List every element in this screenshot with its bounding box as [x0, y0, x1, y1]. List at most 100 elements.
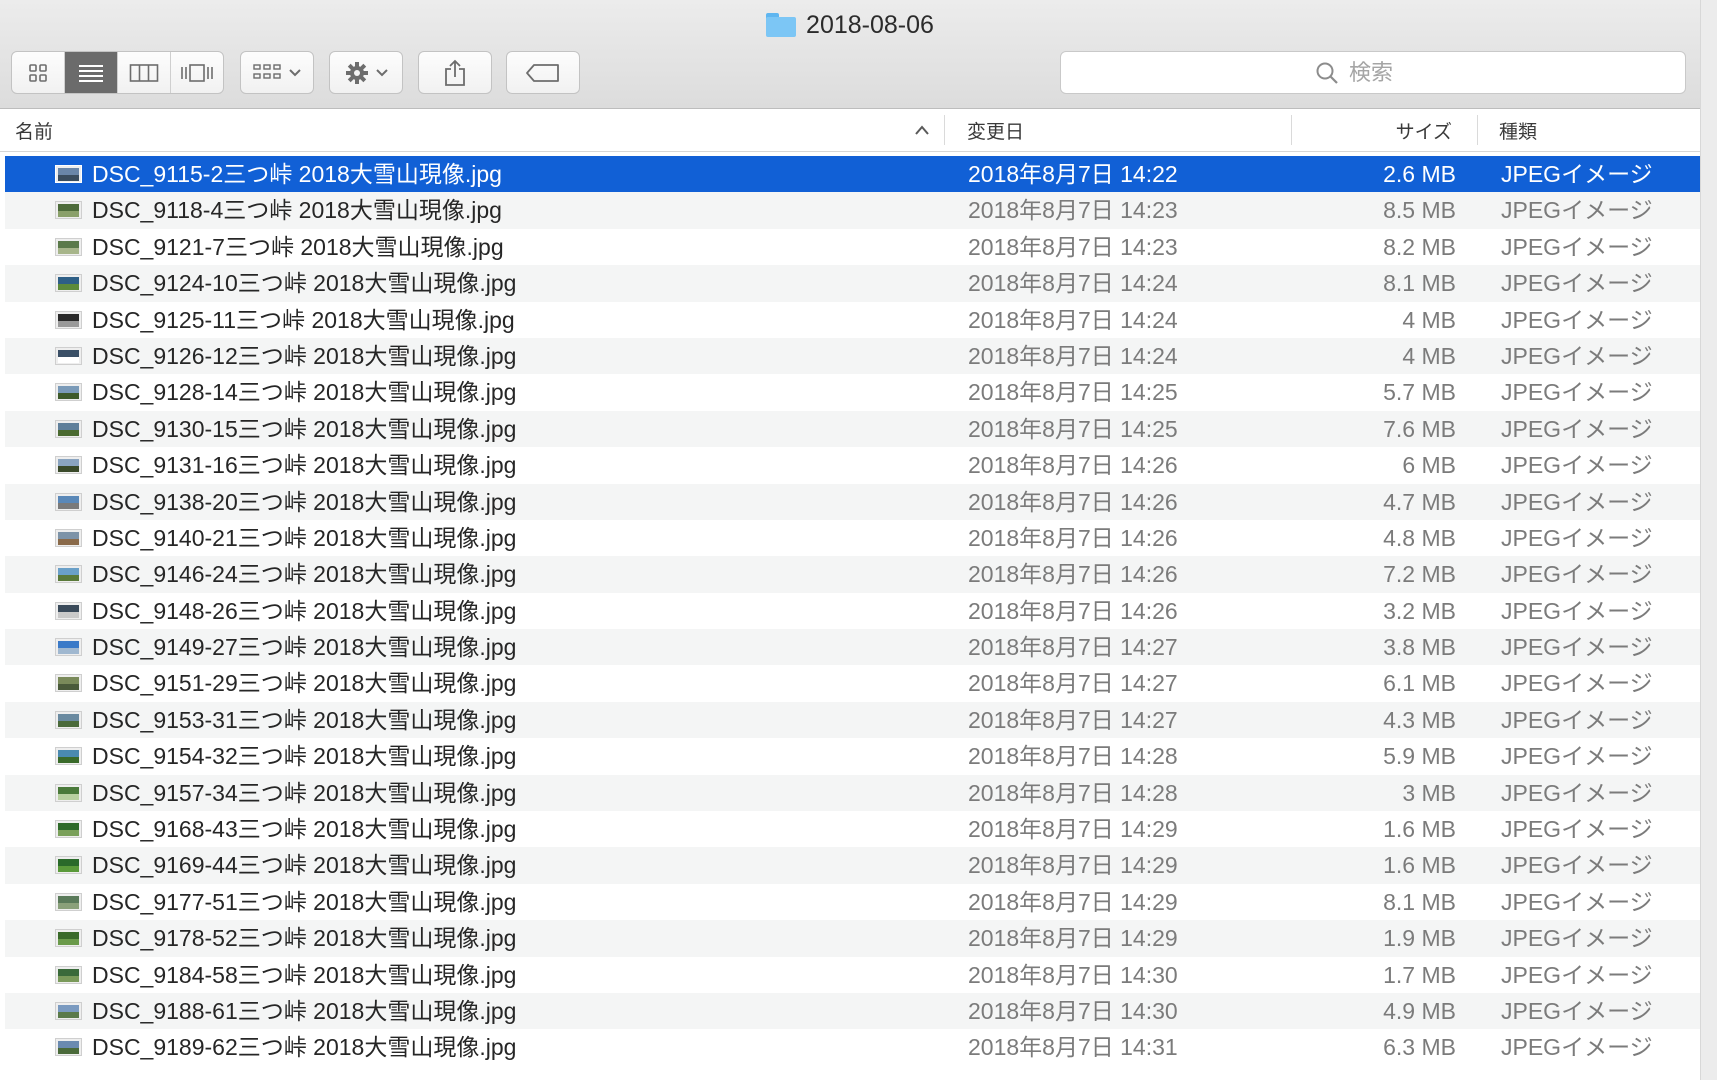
file-name: DSC_9157-34三つ峠 2018大雪山現像.jpg [92, 779, 517, 806]
file-row[interactable]: DSC_9138-20三つ峠 2018大雪山現像.jpg 2018年8月7日 14… [5, 483, 1700, 520]
file-name: DSC_9118-4三つ峠 2018大雪山現像.jpg [92, 197, 502, 224]
file-row[interactable]: DSC_9148-26三つ峠 2018大雪山現像.jpg 2018年8月7日 14… [5, 593, 1700, 629]
column-name-label: 名前 [15, 121, 54, 143]
column-divider[interactable] [1477, 115, 1478, 145]
share-button[interactable] [418, 51, 492, 94]
file-row[interactable]: DSC_9153-31三つ峠 2018大雪山現像.jpg 2018年8月7日 14… [5, 701, 1700, 739]
file-row[interactable]: DSC_9128-14三つ峠 2018大雪山現像.jpg 2018年8月7日 14… [5, 374, 1700, 410]
file-modified-date: 2018年8月7日 14:30 [968, 997, 1178, 1024]
search-field[interactable] [1060, 51, 1686, 94]
file-row[interactable]: DSC_9178-52三つ峠 2018大雪山現像.jpg 2018年8月7日 14… [5, 920, 1700, 957]
image-thumbnail-icon [55, 965, 82, 984]
file-row[interactable]: DSC_9184-58三つ峠 2018大雪山現像.jpg 2018年8月7日 14… [5, 957, 1700, 993]
file-size: 8.5 MB [1383, 197, 1456, 224]
file-size: 2.6 MB [1383, 161, 1456, 187]
gear-icon [346, 61, 368, 84]
chevron-down-icon [376, 68, 388, 76]
file-kind: JPEGイメージ [1501, 743, 1653, 770]
file-row[interactable]: DSC_9169-44三つ峠 2018大雪山現像.jpg 2018年8月7日 14… [5, 847, 1700, 884]
file-modified-date: 2018年8月7日 14:26 [968, 524, 1178, 551]
file-name: DSC_9131-16三つ峠 2018大雪山現像.jpg [92, 452, 517, 479]
file-name: DSC_9178-52三つ峠 2018大雪山現像.jpg [92, 925, 517, 952]
share-icon [445, 59, 465, 86]
file-modified-date: 2018年8月7日 14:24 [968, 342, 1178, 369]
image-thumbnail-icon [55, 1038, 82, 1057]
window-edge [1700, 0, 1717, 1080]
image-thumbnail-icon [55, 310, 82, 329]
file-row[interactable]: DSC_9146-24三つ峠 2018大雪山現像.jpg 2018年8月7日 14… [5, 556, 1700, 593]
file-row[interactable]: DSC_9168-43三つ峠 2018大雪山現像.jpg 2018年8月7日 14… [5, 811, 1700, 847]
image-thumbnail-icon [55, 383, 82, 402]
file-row[interactable]: DSC_9140-21三つ峠 2018大雪山現像.jpg 2018年8月7日 14… [5, 520, 1700, 556]
file-modified-date: 2018年8月7日 14:28 [968, 779, 1178, 806]
chevron-down-icon [289, 68, 301, 76]
column-date-header[interactable]: 変更日 [967, 109, 1024, 151]
file-row[interactable]: DSC_9130-15三つ峠 2018大雪山現像.jpg 2018年8月7日 14… [5, 410, 1700, 448]
file-name: DSC_9130-15三つ峠 2018大雪山現像.jpg [92, 415, 517, 442]
file-modified-date: 2018年8月7日 14:27 [968, 634, 1178, 661]
tag-button[interactable] [506, 51, 580, 94]
file-row[interactable]: DSC_9177-51三つ峠 2018大雪山現像.jpg 2018年8月7日 14… [5, 884, 1700, 920]
file-row[interactable]: DSC_9126-12三つ峠 2018大雪山現像.jpg 2018年8月7日 14… [5, 337, 1700, 375]
image-thumbnail-icon [55, 346, 82, 365]
file-kind: JPEGイメージ [1501, 634, 1653, 661]
group-button[interactable] [240, 51, 314, 94]
file-row[interactable]: DSC_9157-34三つ峠 2018大雪山現像.jpg 2018年8月7日 14… [5, 774, 1700, 812]
column-kind-header[interactable]: 種類 [1499, 109, 1537, 151]
column-date-label: 変更日 [967, 121, 1025, 143]
file-row[interactable]: DSC_9125-11三つ峠 2018大雪山現像.jpg 2018年8月7日 14… [5, 302, 1700, 338]
file-row[interactable]: DSC_9118-4三つ峠 2018大雪山現像.jpg 2018年8月7日 14:… [5, 192, 1700, 229]
file-kind: JPEGイメージ [1501, 706, 1653, 733]
file-kind: JPEGイメージ [1501, 233, 1653, 260]
image-thumbnail-icon [55, 492, 82, 511]
list-view-button[interactable] [65, 52, 118, 93]
column-size-header[interactable]: サイズ [1300, 109, 1452, 151]
column-header: 名前 変更日 サイズ 種類 [0, 109, 1700, 152]
file-row[interactable]: DSC_9149-27三つ峠 2018大雪山現像.jpg 2018年8月7日 14… [5, 629, 1700, 666]
file-name: DSC_9146-24三つ峠 2018大雪山現像.jpg [92, 561, 517, 588]
file-row[interactable]: DSC_9121-7三つ峠 2018大雪山現像.jpg 2018年8月7日 14:… [5, 229, 1700, 265]
image-thumbnail-icon [55, 165, 82, 183]
file-size: 6.1 MB [1383, 670, 1456, 697]
file-row[interactable]: DSC_9115-2三つ峠 2018大雪山現像.jpg 2018年8月7日 14:… [5, 156, 1700, 193]
column-divider[interactable] [944, 115, 945, 145]
action-button[interactable] [329, 51, 403, 94]
icon-view-icon [29, 63, 47, 82]
file-size: 3 MB [1402, 779, 1456, 806]
image-thumbnail-icon [55, 274, 82, 293]
file-size: 5.9 MB [1383, 743, 1456, 770]
file-size: 7.6 MB [1383, 415, 1456, 442]
file-kind: JPEGイメージ [1501, 415, 1653, 442]
file-row[interactable]: DSC_9189-62三つ峠 2018大雪山現像.jpg 2018年8月7日 14… [5, 1029, 1700, 1065]
file-row[interactable]: DSC_9188-61三つ峠 2018大雪山現像.jpg 2018年8月7日 14… [5, 992, 1700, 1030]
file-modified-date: 2018年8月7日 14:26 [968, 488, 1178, 515]
file-name: DSC_9125-11三つ峠 2018大雪山現像.jpg [92, 306, 515, 333]
file-size: 1.7 MB [1383, 961, 1456, 988]
file-kind: JPEGイメージ [1501, 852, 1653, 879]
tag-icon [526, 63, 559, 82]
file-modified-date: 2018年8月7日 14:26 [968, 561, 1178, 588]
file-kind: JPEGイメージ [1501, 306, 1653, 333]
file-modified-date: 2018年8月7日 14:27 [968, 670, 1178, 697]
file-row[interactable]: DSC_9151-29三つ峠 2018大雪山現像.jpg 2018年8月7日 14… [5, 665, 1700, 701]
file-row[interactable]: DSC_9124-10三つ峠 2018大雪山現像.jpg 2018年8月7日 14… [5, 265, 1700, 302]
sort-ascending-icon[interactable] [914, 124, 930, 136]
file-kind: JPEGイメージ [1501, 597, 1653, 624]
file-size: 4.8 MB [1383, 524, 1456, 551]
column-view-button[interactable] [118, 52, 171, 93]
window-title: 2018-08-06 [0, 8, 1700, 42]
column-divider[interactable] [1291, 115, 1292, 145]
icon-view-button[interactable] [12, 52, 65, 93]
column-name-header[interactable]: 名前 [15, 109, 53, 151]
column-size-label: サイズ [1395, 121, 1452, 143]
search-input[interactable] [1347, 58, 1431, 87]
file-row[interactable]: DSC_9154-32三つ峠 2018大雪山現像.jpg 2018年8月7日 14… [5, 738, 1700, 774]
column-kind-label: 種類 [1499, 121, 1538, 143]
file-name: DSC_9115-2三つ峠 2018大雪山現像.jpg [92, 161, 502, 187]
image-thumbnail-icon [55, 201, 82, 220]
image-thumbnail-icon [55, 237, 82, 256]
file-name: DSC_9140-21三つ峠 2018大雪山現像.jpg [92, 524, 517, 551]
cover-flow-button[interactable] [171, 52, 223, 93]
file-kind: JPEGイメージ [1501, 670, 1653, 697]
file-row[interactable]: DSC_9131-16三つ峠 2018大雪山現像.jpg 2018年8月7日 14… [5, 447, 1700, 483]
